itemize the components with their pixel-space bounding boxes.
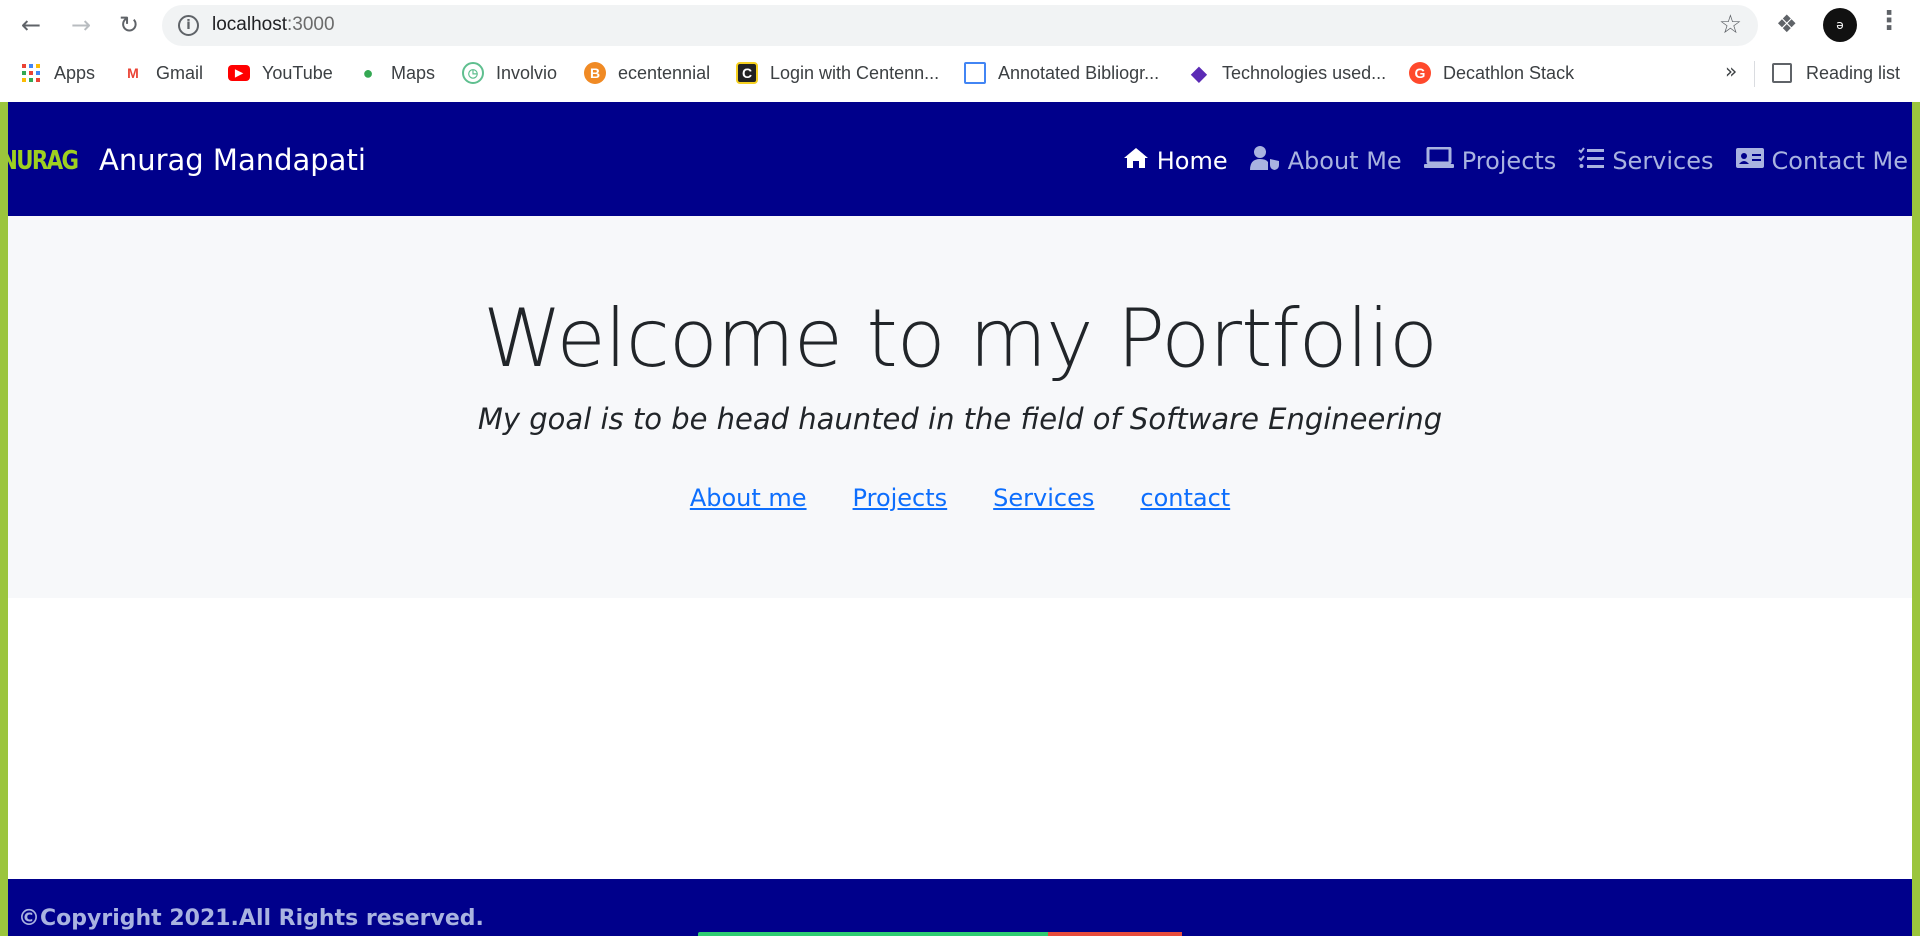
ecentennial-icon: B [584, 62, 606, 84]
browser-menu-icon[interactable]: ⋮ [1876, 6, 1902, 36]
bookmark-star-icon[interactable]: ☆ [1719, 10, 1742, 40]
nav-about-link[interactable]: About Me [1249, 146, 1402, 176]
hero-section: Welcome to my Portfolio My goal is to be… [8, 216, 1912, 598]
apps-grid-icon [20, 62, 42, 84]
nav-projects-link[interactable]: Projects [1423, 146, 1557, 175]
bookmark-involvio[interactable]: ◷ Involvio [462, 59, 557, 87]
nav-link-label: Contact Me [1771, 147, 1908, 175]
bookmark-youtube[interactable]: ▶ YouTube [228, 59, 333, 87]
bookmark-label: Involvio [496, 62, 558, 83]
url-host: localhost [212, 14, 287, 35]
nav-links: Home About Me Projects Services Contact … [1123, 146, 1908, 176]
hero-title: Welcome to my Portfolio [483, 292, 1438, 385]
nav-home-link[interactable]: Home [1123, 147, 1228, 175]
bookmark-centennial-login[interactable]: C Login with Centenn... [736, 59, 939, 87]
url-text: localhost:3000 [212, 14, 335, 36]
centennial-c-icon: C [736, 62, 758, 84]
nav-services-link[interactable]: Services [1578, 147, 1714, 175]
reading-list-label: Reading list [1806, 62, 1901, 83]
reading-list-button[interactable]: Reading list [1772, 59, 1900, 87]
extensions-puzzle-icon[interactable]: ❖ [1776, 10, 1798, 38]
bookmark-technologies[interactable]: ◆ Technologies used... [1188, 59, 1386, 87]
home-icon [1123, 147, 1149, 175]
bookmark-annotated-bibliography[interactable]: Annotated Bibliogr... [964, 59, 1159, 87]
brand-name[interactable]: Anurag Mandapati [99, 143, 366, 177]
site-footer: ©Copyright 2021.All Rights reserved. [8, 879, 1912, 936]
tasks-icon [1578, 147, 1605, 175]
brand-logo[interactable]: NURAG [8, 146, 79, 176]
involvio-clock-icon: ◷ [462, 62, 484, 84]
gmail-icon: M [127, 65, 139, 81]
reload-icon[interactable]: ↻ [112, 8, 146, 42]
stack-diamond-icon: ◆ [1191, 62, 1207, 85]
bookmarks-more-button[interactable]: » [1725, 59, 1737, 83]
bookmark-decathlon-stack[interactable]: G Decathlon Stack [1409, 59, 1574, 87]
laptop-icon [1423, 146, 1454, 175]
bookmark-label: ecentennial [618, 62, 711, 83]
g2-icon: G [1409, 62, 1431, 84]
nav-link-label: Home [1156, 147, 1228, 175]
bookmarks-divider [1754, 61, 1755, 87]
bookmark-label: Apps [54, 62, 96, 83]
bookmark-label: Gmail [156, 62, 204, 83]
reading-list-icon [1772, 63, 1792, 83]
site-navbar: NURAG Anurag Mandapati Home About Me Pro… [8, 102, 1912, 216]
hero-subtitle: My goal is to be head haunted in the fie… [477, 402, 1443, 436]
forward-icon[interactable]: → [64, 8, 98, 42]
bookmark-label: Decathlon Stack [1443, 62, 1575, 83]
address-bar[interactable]: i localhost:3000 ☆ [162, 5, 1758, 46]
hero-contact-link[interactable]: contact [1140, 484, 1230, 512]
bookmark-maps[interactable]: ● Maps [357, 59, 435, 87]
nav-contact-link[interactable]: Contact Me [1735, 147, 1908, 175]
nav-link-label: Services [1612, 147, 1714, 175]
nav-link-label: Projects [1461, 147, 1557, 175]
footer-green-bar [698, 932, 1048, 936]
bookmarks-bar: Apps M Gmail ▶ YouTube ● Maps ◷ Involvio… [0, 55, 1920, 91]
back-icon[interactable]: ← [14, 8, 48, 42]
bookmark-label: YouTube [262, 62, 333, 83]
maps-pin-icon: ● [362, 62, 374, 83]
bookmark-gmail[interactable]: M Gmail [122, 59, 203, 87]
browser-toolbar: ← → ↻ i localhost:3000 ☆ ❖ ə ⋮ [0, 0, 1920, 50]
bookmark-apps[interactable]: Apps [20, 59, 95, 87]
layout-icon [964, 62, 986, 84]
hero-services-link[interactable]: Services [993, 484, 1094, 512]
copyright-text: ©Copyright 2021.All Rights reserved. [18, 906, 484, 931]
id-card-icon [1735, 147, 1764, 175]
user-shield-icon [1249, 146, 1280, 176]
nav-link-label: About Me [1287, 147, 1402, 175]
browser-chrome: ← → ↻ i localhost:3000 ☆ ❖ ə ⋮ Apps M Gm… [0, 0, 1920, 102]
bookmark-ecentennial[interactable]: B ecentennial [584, 59, 710, 87]
bookmark-label: Technologies used... [1222, 62, 1387, 83]
bookmark-label: Login with Centenn... [770, 62, 940, 83]
footer-red-bar [1048, 932, 1182, 936]
hero-links: About me Projects Services contact [8, 484, 1912, 512]
bookmark-label: Maps [391, 62, 436, 83]
page-viewport: NURAG Anurag Mandapati Home About Me Pro… [8, 102, 1912, 936]
hero-projects-link[interactable]: Projects [853, 484, 948, 512]
youtube-icon: ▶ [228, 65, 250, 81]
bookmark-label: Annotated Bibliogr... [998, 62, 1160, 83]
url-port: :3000 [287, 14, 335, 35]
hero-about-link[interactable]: About me [690, 484, 807, 512]
site-info-icon[interactable]: i [178, 15, 199, 36]
profile-avatar[interactable]: ə [1823, 8, 1857, 42]
